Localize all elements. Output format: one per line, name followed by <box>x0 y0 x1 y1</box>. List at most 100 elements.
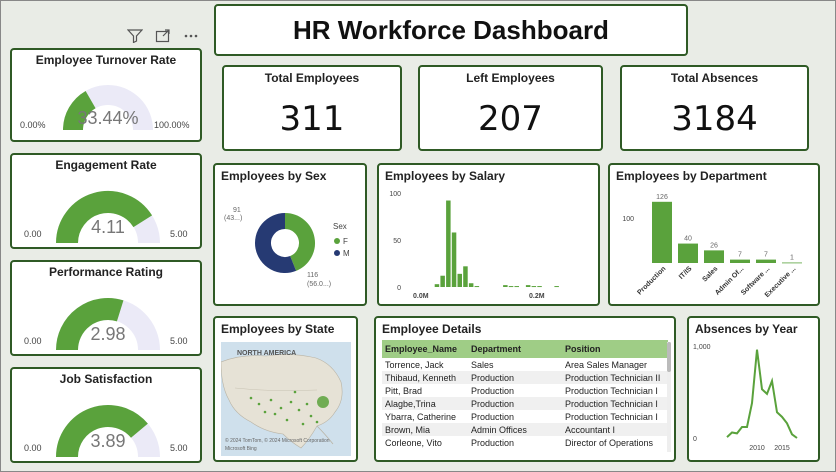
gauge-min: 0.00 <box>24 336 42 346</box>
column-header[interactable]: Department <box>468 340 562 358</box>
salary-bar[interactable] <box>508 286 514 288</box>
more-options-icon[interactable] <box>183 29 199 43</box>
legend-title: Sex <box>333 222 347 231</box>
department-bar[interactable] <box>756 259 776 263</box>
salary-bar[interactable] <box>531 286 537 288</box>
table-row[interactable]: Alagbe,Trina Production Production Technic… <box>382 397 668 410</box>
kpi-card-total-absences[interactable]: Total Absences 3184 <box>620 65 809 151</box>
gauge-max: 5.00 <box>170 336 188 346</box>
gauge-card-engagement[interactable]: Engagement Rate 4.11 0.00 5.00 <box>10 153 202 249</box>
label-m-count: 116 <box>307 272 318 279</box>
department-bar[interactable] <box>678 243 698 263</box>
table-scrollbar[interactable] <box>667 342 671 452</box>
chart-employees-by-department[interactable]: Employees by Department 100 126 Production… <box>608 163 820 306</box>
chart-employees-by-salary[interactable]: Employees by Salary 0 50 100 0.0M 0.2M <box>377 163 600 306</box>
dashboard-title: HR Workforce Dashboard <box>214 4 688 56</box>
line-chart: 0 1,000 2010 2015 <box>693 344 798 452</box>
salary-bar[interactable] <box>451 232 457 287</box>
absences-line[interactable] <box>726 349 798 439</box>
table-cell: Torrence, Jack <box>385 359 444 370</box>
legend-label: F <box>343 237 348 246</box>
table-employee-details[interactable]: Employee Details Employee_Name Departmen… <box>374 316 676 462</box>
salary-bar[interactable] <box>503 285 508 287</box>
visual-toolbar <box>126 29 199 44</box>
table-row[interactable]: Brown, Mia Admin Offices Accountant I <box>382 423 668 436</box>
salary-bar[interactable] <box>446 200 451 287</box>
table-title: Employee Details <box>382 322 482 336</box>
department-bar[interactable] <box>782 262 802 264</box>
department-bar[interactable] <box>704 250 724 263</box>
salary-bar[interactable] <box>537 286 542 288</box>
gauge-max: 100.00% <box>154 120 190 130</box>
y-tick-label: 100 <box>389 191 401 198</box>
gauge-value: 4.11 <box>91 217 125 237</box>
salary-bar[interactable] <box>554 286 559 288</box>
kpi-label: Total Employees <box>264 71 360 85</box>
kpi-label: Total Absences <box>670 71 759 85</box>
gauge-card-job-satisfaction[interactable]: Job Satisfaction 3.89 0.00 5.00 <box>10 367 202 463</box>
chart-employees-by-sex[interactable]: Employees by Sex 91 (43...) 116 (56.0...… <box>213 163 367 306</box>
table-cell: Production <box>471 398 515 409</box>
legend-marker <box>334 238 340 244</box>
map-canvas[interactable]: NORTH AMERICA © 2024 TomTom, © 2024 Micr… <box>221 342 351 456</box>
data-label: 40 <box>684 236 692 243</box>
gauge-min: 0.00% <box>20 120 46 130</box>
histogram-chart: 0 50 100 0.0M 0.2M <box>389 191 559 300</box>
table-cell: Alagbe,Trina <box>385 398 436 409</box>
kpi-value: 3184 <box>671 99 758 139</box>
table-scroll-area[interactable]: Employee_Name Department Position Torren… <box>382 340 668 458</box>
salary-bar[interactable] <box>468 283 474 287</box>
table-row[interactable]: Pitt, Brad Production Production Technicia… <box>382 384 668 397</box>
y-tick-label: 0 <box>397 285 401 292</box>
x-tick-label: 0.2M <box>529 293 545 300</box>
chart-title: Employees by State <box>221 322 335 336</box>
table-cell: Ybarra, Catherine <box>385 411 457 422</box>
salary-bar[interactable] <box>514 286 520 288</box>
table-cell: Production Technician I <box>565 398 658 409</box>
gauge-card-turnover[interactable]: Employee Turnover Rate 33.44% 0.00% 100.… <box>10 48 202 142</box>
salary-bar[interactable] <box>474 286 480 288</box>
chart-absences-by-year[interactable]: Absences by Year 0 1,000 2010 2015 <box>687 316 820 462</box>
donut-chart: 91 (43...) 116 (56.0...) Sex FM <box>224 207 350 288</box>
label-f-pct: (43...) <box>224 215 242 222</box>
kpi-card-total-employees[interactable]: Total Employees 311 <box>222 65 402 151</box>
table-row[interactable]: Corleone, Vito Production Director of Oper… <box>382 436 668 449</box>
gauge-min: 0.00 <box>24 443 42 453</box>
map-employees-by-state[interactable]: Employees by State NORTH AMERICA © 2024 … <box>213 316 358 462</box>
table-cell: Area Sales Manager <box>565 359 648 370</box>
data-label: 26 <box>710 242 718 249</box>
kpi-card-left-employees[interactable]: Left Employees 207 <box>418 65 603 151</box>
table-cell: Director of Operations <box>565 437 654 448</box>
table-cell: Production Technician I <box>565 385 658 396</box>
table-cell: Production Technician I <box>565 411 658 422</box>
table-row[interactable]: Ybarra, Catherine Production Production Te… <box>382 410 668 423</box>
gauge-max: 5.00 <box>170 443 188 453</box>
table-cell: Production <box>471 437 515 448</box>
table-row[interactable]: Torrence, Jack Sales Area Sales Manager <box>382 358 668 371</box>
legend-label: M <box>343 249 350 258</box>
column-header[interactable]: Position <box>562 340 668 358</box>
dashboard-canvas: HR Workforce Dashboard Employee Turnover… <box>0 0 836 472</box>
data-label: 126 <box>656 194 668 201</box>
label-m-pct: (56.0...) <box>307 281 331 288</box>
column-header[interactable]: Employee_Name <box>382 340 468 358</box>
map-brand: Microsoft Bing <box>225 446 257 452</box>
salary-bar[interactable] <box>440 275 445 287</box>
focus-mode-icon[interactable] <box>155 29 171 43</box>
y-tick-label: 50 <box>393 238 401 245</box>
category-label: Sales <box>702 265 720 283</box>
legend-marker <box>334 250 340 256</box>
gauge-card-performance[interactable]: Performance Rating 2.98 0.00 5.00 <box>10 260 202 356</box>
salary-bar[interactable] <box>463 266 468 287</box>
department-bar[interactable] <box>730 259 750 263</box>
table-cell: Production <box>471 385 515 396</box>
department-bar[interactable] <box>652 201 672 263</box>
table-row[interactable]: Thibaud, Kenneth Production Production Tec… <box>382 371 668 384</box>
salary-bar[interactable] <box>457 273 463 287</box>
x-tick-label: 2010 <box>749 445 765 452</box>
salary-bar[interactable] <box>434 284 440 287</box>
gauge-min: 0.00 <box>24 229 42 239</box>
table-cell: Sales <box>471 359 494 370</box>
filter-icon[interactable] <box>126 29 144 44</box>
salary-bar[interactable] <box>525 285 531 287</box>
